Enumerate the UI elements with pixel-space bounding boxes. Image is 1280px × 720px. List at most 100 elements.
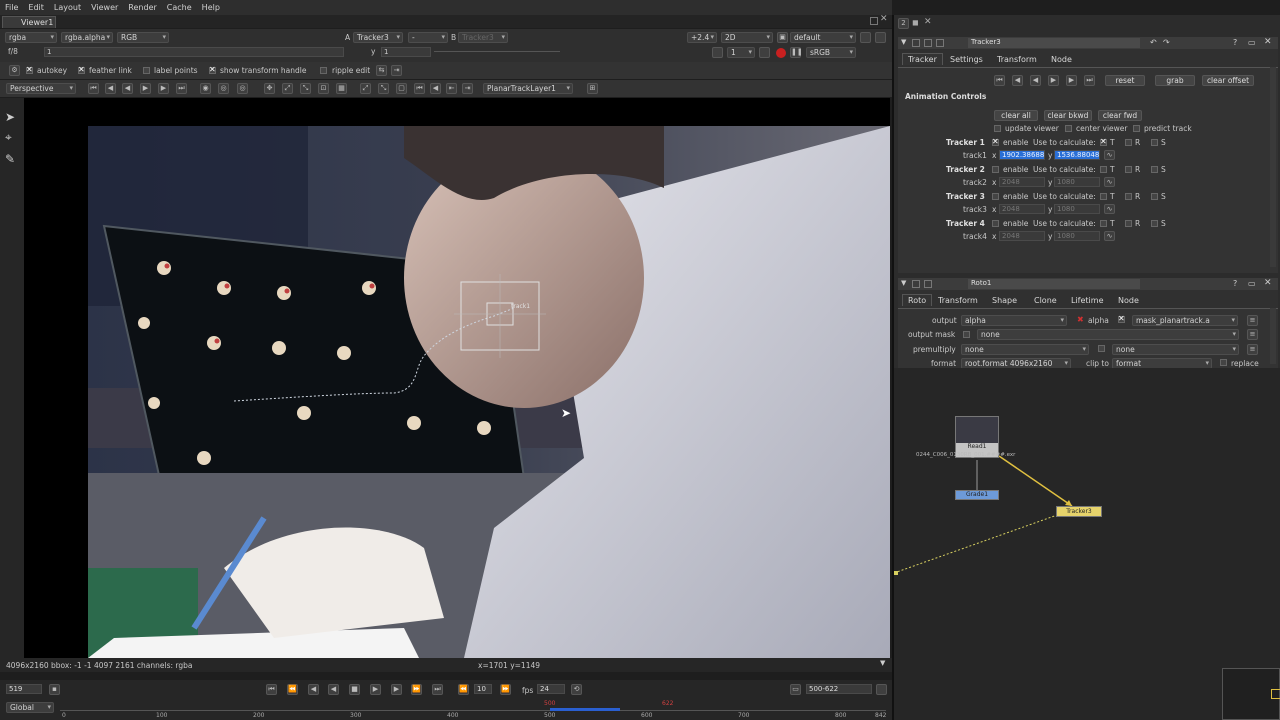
tl-step-back-icon[interactable]: ◀ xyxy=(308,684,319,695)
tracker-t-checkbox[interactable] xyxy=(1100,137,1107,146)
curve-editor-icon[interactable]: ∿ xyxy=(1104,177,1115,187)
tracker-enable-checkbox[interactable] xyxy=(992,193,999,200)
collapse-icon[interactable]: ▼ xyxy=(901,38,906,46)
tracker-r-checkbox[interactable] xyxy=(1125,220,1132,227)
dot-node[interactable] xyxy=(894,571,898,575)
track-x-field[interactable]: 2048 xyxy=(999,177,1045,187)
add-layer-icon[interactable]: ⊞ xyxy=(587,83,598,94)
close-icon[interactable]: ✕ xyxy=(880,14,888,24)
track-range-icon[interactable]: ⇤ xyxy=(446,83,457,94)
transform-handle-checkbox[interactable] xyxy=(209,65,216,74)
menu-viewer[interactable]: Viewer xyxy=(86,3,123,12)
curve-editor-icon[interactable]: ∿ xyxy=(1104,204,1115,214)
bezier-tool-icon[interactable]: ✎ xyxy=(5,152,15,166)
track-back-icon[interactable]: ⏮ xyxy=(414,83,425,94)
feather-link-checkbox[interactable] xyxy=(78,65,85,74)
tracker-s-checkbox[interactable] xyxy=(1151,193,1158,200)
node-graph[interactable]: Read1 0244_C006_0130RB_001.####.exr Grad… xyxy=(894,368,1280,720)
tab-lifetime[interactable]: Lifetime xyxy=(1071,296,1104,305)
monitor-icon[interactable] xyxy=(712,47,723,58)
tracker-t-checkbox[interactable] xyxy=(1100,166,1107,173)
step-field[interactable]: 10 xyxy=(474,684,492,694)
tab-viewer1[interactable]: Viewer1 xyxy=(2,16,56,28)
track-x-field[interactable]: 1902.38688 xyxy=(999,150,1045,160)
current-frame-field[interactable]: 519 xyxy=(6,684,42,694)
tracker-r-checkbox[interactable] xyxy=(1125,139,1132,146)
menu-layout[interactable]: Layout xyxy=(49,3,86,12)
frame-in-field[interactable]: 1 xyxy=(44,47,344,57)
snapshot-icon[interactable] xyxy=(759,47,770,58)
tracker-r-checkbox[interactable] xyxy=(1125,166,1132,173)
track-forward-icon[interactable]: ▶ xyxy=(1048,75,1059,86)
a-input-dropdown[interactable]: Tracker3 xyxy=(353,32,403,43)
menu-edit[interactable]: Edit xyxy=(23,3,49,12)
range-reset-icon[interactable] xyxy=(876,684,887,695)
tl-skip-fwd-icon[interactable]: ⏩ xyxy=(500,684,511,695)
ripple-range-icon[interactable]: ⇥ xyxy=(391,65,402,76)
help-icon[interactable]: ? xyxy=(1233,38,1237,47)
tracker-enable-checkbox[interactable] xyxy=(992,137,999,146)
key-clear-icon[interactable]: ◎ xyxy=(218,83,229,94)
b-input-dropdown[interactable]: Tracker3 xyxy=(458,32,508,43)
track-back-step-icon[interactable]: ◀ xyxy=(1012,75,1023,86)
prev-key-icon[interactable]: ◀ xyxy=(105,83,116,94)
lock-icon[interactable]: ▣ xyxy=(777,32,788,43)
track-y-field[interactable]: 1080 xyxy=(1054,231,1100,241)
clear-fwd-button[interactable]: clear fwd xyxy=(1098,110,1142,121)
node-color-icon[interactable] xyxy=(912,280,920,288)
autokey-checkbox[interactable] xyxy=(26,65,33,74)
layer-dropdown[interactable]: PlanarTrackLayer1 xyxy=(483,83,573,94)
menu-help[interactable]: Help xyxy=(197,3,225,12)
track-x-field[interactable]: 2048 xyxy=(999,204,1045,214)
max-panels-icon[interactable]: 2 xyxy=(898,18,909,29)
range-icon[interactable]: ▭ xyxy=(790,684,801,695)
alpha-dropdown[interactable]: rgba.alpha xyxy=(61,32,113,43)
tl-first-icon[interactable]: ⏮ xyxy=(266,684,277,695)
track-prev-icon[interactable]: ◀ xyxy=(430,83,441,94)
tracker-node[interactable]: Tracker3 xyxy=(1056,506,1102,517)
translate-icon[interactable]: ⤢ xyxy=(282,83,293,94)
tab-node[interactable]: Node xyxy=(1051,55,1072,64)
label-points-checkbox[interactable] xyxy=(143,67,150,74)
fstop-label[interactable]: f/8 xyxy=(8,47,18,56)
name-field[interactable]: Tracker3 xyxy=(968,38,1140,48)
record-icon[interactable] xyxy=(776,48,786,58)
plane-icon[interactable]: ▢ xyxy=(396,83,407,94)
key-all-icon[interactable]: ◉ xyxy=(200,83,211,94)
help-icon[interactable]: ? xyxy=(1233,279,1237,288)
track-y-field[interactable]: 1080 xyxy=(1054,177,1100,187)
float-panel-icon[interactable]: ▭ xyxy=(1248,279,1256,288)
output-mask-dropdown[interactable]: none xyxy=(977,329,1239,340)
name-field[interactable]: Roto1 xyxy=(968,279,1140,289)
tl-skip-back-icon[interactable]: ⏪ xyxy=(458,684,469,695)
range-field[interactable]: 500-622 xyxy=(806,684,872,694)
tracker-enable-checkbox[interactable] xyxy=(992,220,999,227)
panel-scrollbar[interactable] xyxy=(1270,67,1276,267)
redo-icon[interactable]: ↷ xyxy=(1163,38,1170,47)
in-marker[interactable]: 500 xyxy=(544,700,555,707)
reset-button[interactable]: reset xyxy=(1105,75,1145,86)
points-tool-icon[interactable]: ⌖ xyxy=(5,130,12,145)
tab-roto-node[interactable]: Node xyxy=(1118,296,1139,305)
track-fwd-step-icon[interactable]: ▶ xyxy=(1066,75,1077,86)
close-panel-icon[interactable]: ✕ xyxy=(924,17,932,27)
tracker-s-checkbox[interactable] xyxy=(1151,220,1158,227)
track-first-icon[interactable]: ⏮ xyxy=(994,75,1005,86)
tl-play-back-icon[interactable]: ◀ xyxy=(328,684,339,695)
clear-bkwd-button[interactable]: clear bkwd xyxy=(1044,110,1092,121)
track-x-field[interactable]: 2048 xyxy=(999,231,1045,241)
viewer-canvas[interactable]: track1 ➤ xyxy=(24,98,890,658)
curve-editor-icon[interactable]: ∿ xyxy=(1104,150,1115,160)
grade-node[interactable]: Grade1 xyxy=(955,490,999,500)
last-frame-icon[interactable]: ⏭ xyxy=(176,83,187,94)
mask-dropdown[interactable]: mask_planartrack.a xyxy=(1132,315,1238,326)
tab-clone[interactable]: Clone xyxy=(1034,296,1057,305)
tile-icon[interactable] xyxy=(924,39,932,47)
tracker-s-checkbox[interactable] xyxy=(1151,166,1158,173)
tl-prev-key-icon[interactable]: ⏪ xyxy=(287,684,298,695)
expand-icon[interactable]: ⤢ xyxy=(360,83,371,94)
tracker-enable-checkbox[interactable] xyxy=(992,166,999,173)
clip-dropdown[interactable]: format xyxy=(1112,358,1212,368)
grid-icon[interactable]: ▦ xyxy=(336,83,347,94)
tile-icon[interactable] xyxy=(924,280,932,288)
